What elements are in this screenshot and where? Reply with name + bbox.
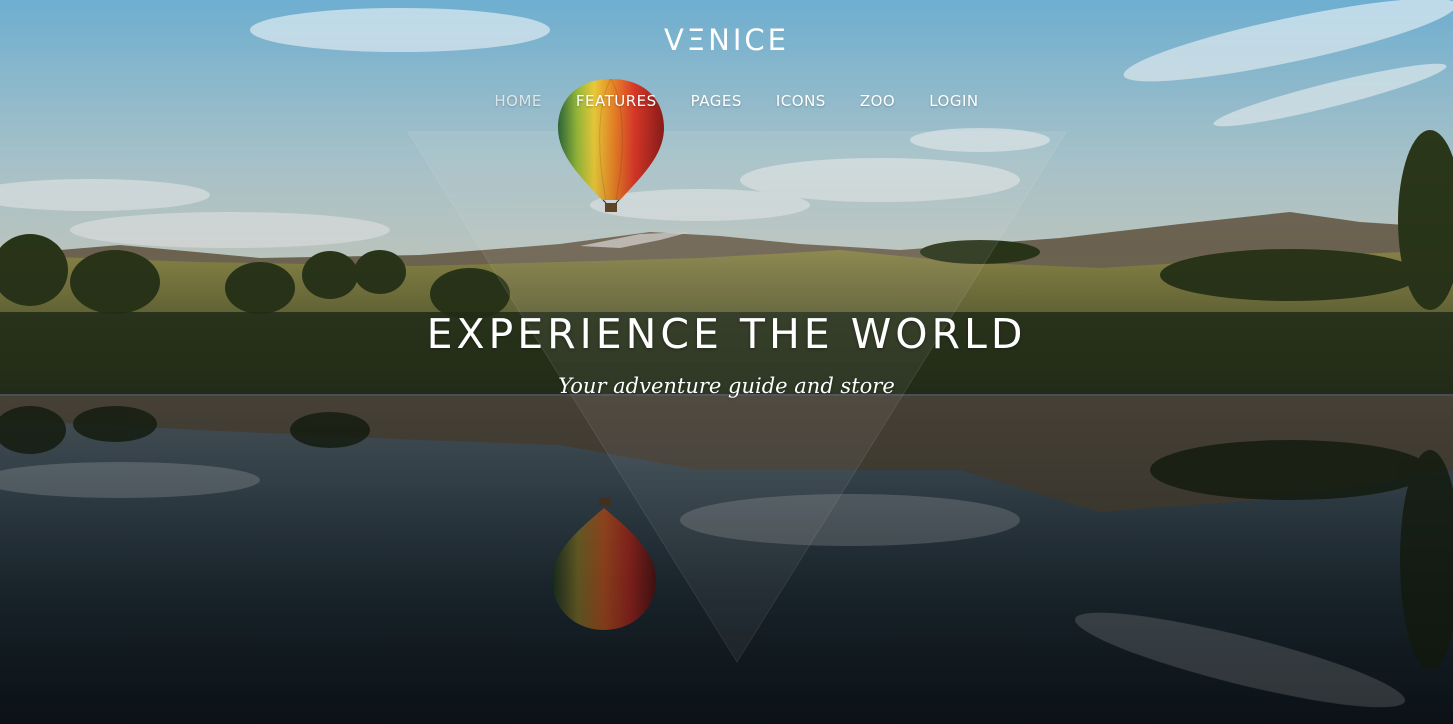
nav-item-icons[interactable]: ICONS [776, 90, 826, 112]
nav-item-login[interactable]: LOGIN [929, 90, 978, 112]
nav-item-pages[interactable]: PAGES [691, 90, 742, 112]
nav-item-features[interactable]: FEATURES [576, 90, 657, 112]
site-logo[interactable]: VΞNICE [0, 22, 1453, 58]
main-navigation: HOME FEATURES PAGES ICONS ZOO LOGIN [10, 90, 1453, 112]
nav-item-home[interactable]: HOME [494, 90, 542, 112]
hero-headline: EXPERIENCE THE WORLD [426, 310, 1027, 358]
hero-section: VΞNICE HOME FEATURES PAGES ICONS ZOO LOG… [0, 0, 1453, 724]
nav-item-zoo[interactable]: ZOO [860, 90, 895, 112]
hero-tagline: Your adventure guide and store [558, 374, 895, 398]
